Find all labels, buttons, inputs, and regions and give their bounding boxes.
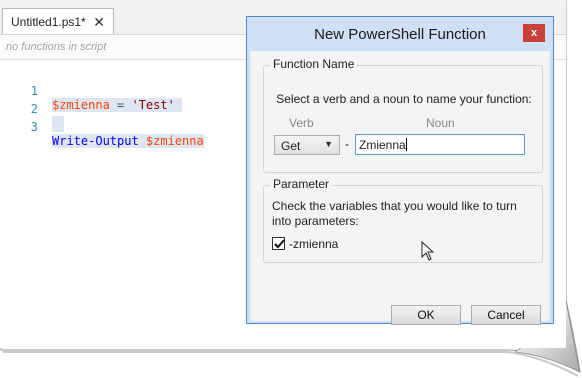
- code-line: 3 Write-Output $zmienna: [0, 106, 204, 148]
- verb-label: Verb: [289, 116, 314, 130]
- dialog-title: New PowerShell Function: [314, 26, 486, 43]
- parameter-group: Parameter Check the variables that you w…: [263, 177, 543, 263]
- line-source: Write-Output $zmienna: [52, 134, 204, 148]
- functions-placeholder: no functions in script: [6, 41, 107, 53]
- command-token: Write-Output: [52, 134, 139, 148]
- function-name-group: Function Name Select a verb and a noun t…: [263, 57, 543, 173]
- line-number: 3: [30, 120, 38, 134]
- operator-token: =: [109, 98, 132, 112]
- variable-token: $zmienna: [138, 134, 204, 148]
- verb-value: Get: [281, 139, 301, 153]
- line-source: $zmienna = 'Test': [52, 98, 183, 112]
- ok-button[interactable]: OK: [391, 305, 461, 325]
- noun-value: Zmienna: [359, 138, 406, 152]
- function-name-legend: Function Name: [270, 57, 358, 71]
- text-caret: [405, 138, 407, 151]
- line-source: [52, 116, 64, 132]
- parameter-legend: Parameter: [270, 177, 333, 191]
- parameter-instruction: Check the variables that you would like …: [272, 199, 517, 228]
- cancel-button[interactable]: Cancel: [471, 305, 541, 325]
- string-token: 'Test': [131, 98, 175, 112]
- noun-input[interactable]: Zmienna: [355, 134, 525, 155]
- code-line: 1 $zmienna = 'Test': [0, 70, 183, 112]
- function-name-instruction: Select a verb and a noun to name your fu…: [276, 92, 532, 106]
- code-line: 2: [0, 88, 64, 132]
- parameter-checkbox-label: -zmienna: [289, 237, 339, 251]
- chevron-down-icon: ▼: [324, 139, 333, 149]
- checkmark-icon: [274, 239, 285, 249]
- variable-token: $zmienna: [52, 98, 110, 112]
- noun-label: Noun: [426, 116, 455, 130]
- mouse-pointer-icon: [421, 241, 435, 261]
- tab-label: Untitled1.ps1*: [11, 15, 86, 29]
- verb-noun-separator: -: [345, 137, 349, 151]
- close-button[interactable]: x: [523, 24, 545, 42]
- close-icon[interactable]: ✕: [93, 14, 105, 31]
- parameter-checkbox[interactable]: [272, 237, 285, 250]
- verb-select[interactable]: Get ▼: [274, 135, 340, 155]
- dialog-body: Function Name Select a verb and a noun t…: [251, 51, 549, 325]
- new-function-dialog: New PowerShell Function x Function Name …: [246, 16, 554, 325]
- tab-untitled1[interactable]: Untitled1.ps1* ✕: [2, 8, 114, 34]
- dialog-titlebar[interactable]: New PowerShell Function x: [247, 17, 553, 51]
